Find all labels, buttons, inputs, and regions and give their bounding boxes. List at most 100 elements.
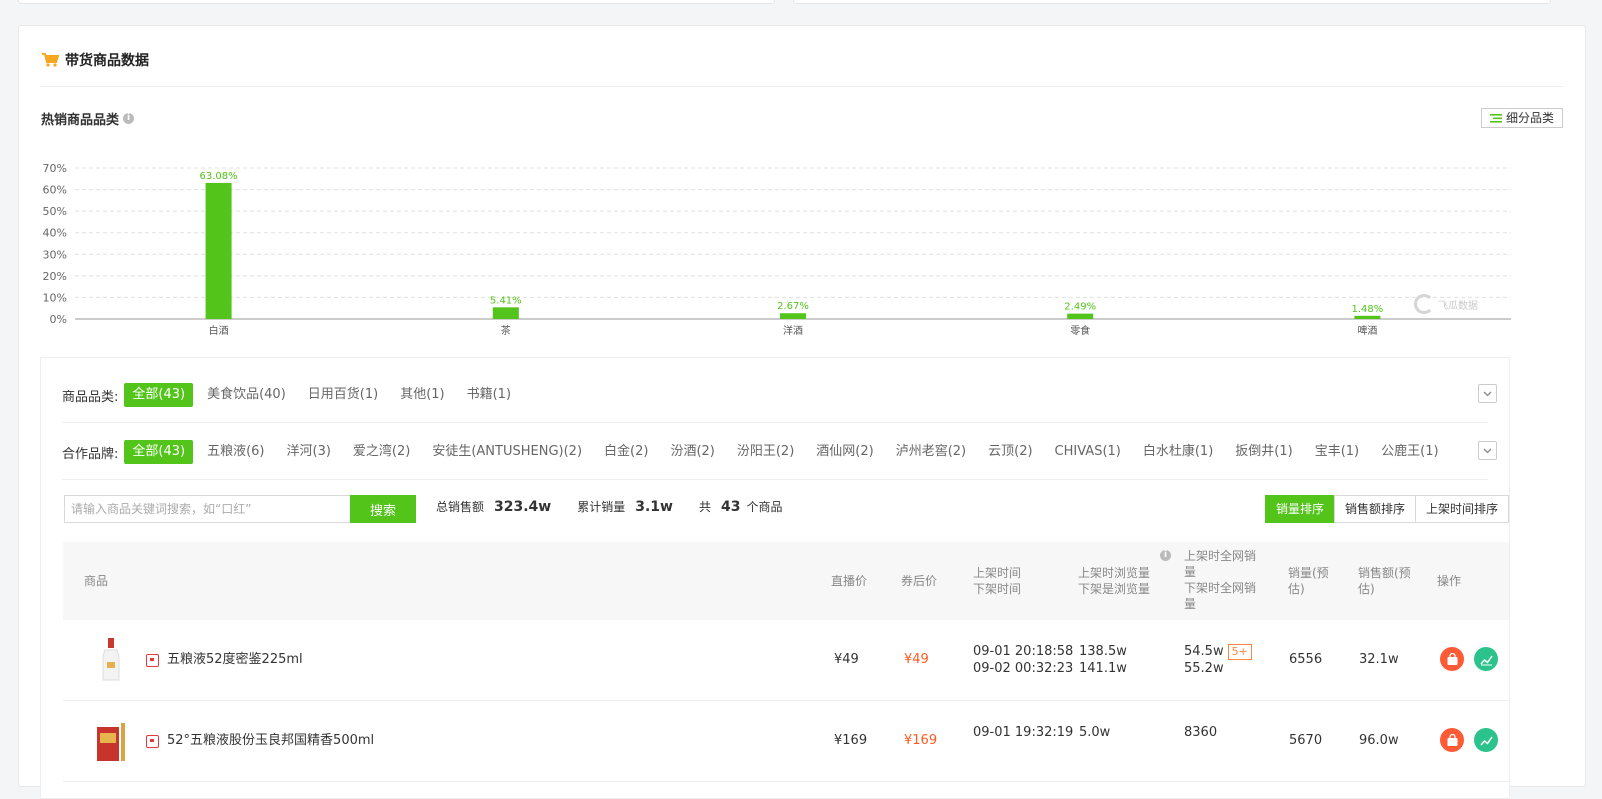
brand-filter-chip[interactable]: CHIVAS(1) bbox=[1047, 440, 1129, 464]
data-label: 63.08% bbox=[200, 171, 238, 182]
revenue-est: 96.0w bbox=[1359, 733, 1399, 748]
header-sales-est-2: 估) bbox=[1288, 582, 1305, 596]
product-thumbnail bbox=[102, 638, 120, 681]
brand-filter-chip[interactable]: 公鹿王(1) bbox=[1373, 440, 1446, 464]
category-filter-chip[interactable]: 日用百货(1) bbox=[300, 383, 386, 407]
brand-filter-row: 合作品牌: 全部(43) 五粮液(6) 洋河(3) 爱之湾(2) 安徒生(ANTUSHE… bbox=[62, 440, 1453, 464]
category-expand-button[interactable] bbox=[1478, 384, 1497, 403]
header-net-sales-off-1: 下架时全网销 bbox=[1184, 581, 1257, 595]
trend-chart-icon bbox=[1479, 736, 1493, 745]
product-name[interactable]: 52°五粮液股份玉良邦国精香500ml bbox=[167, 732, 374, 749]
data-label: 2.67% bbox=[777, 301, 809, 312]
category-bar-chart: 0% 10% 20% 30% 40% 50% 60% 70% 63.08% 白酒 5.41% 茶 2.6… bbox=[43, 162, 1511, 337]
brand-filter-chip[interactable]: 扳倒井(1) bbox=[1227, 440, 1300, 464]
category-filter-chip[interactable]: 其他(1) bbox=[392, 383, 452, 407]
brand-filter-chip[interactable]: 云顶(2) bbox=[980, 440, 1040, 464]
product-search-input[interactable] bbox=[64, 495, 363, 523]
header-net-sales-off-2: 量 bbox=[1184, 597, 1197, 611]
shop-icon bbox=[146, 735, 159, 748]
info-icon[interactable]: i bbox=[123, 113, 135, 124]
x-tick-label: 洋酒 bbox=[783, 324, 803, 337]
brand-filter-chip[interactable]: 爱之湾(2) bbox=[345, 440, 418, 464]
brand-filter-chip[interactable]: 五粮液(6) bbox=[199, 440, 272, 464]
trend-chart-icon bbox=[1479, 655, 1493, 665]
brand-filter-chip[interactable]: 宝丰(1) bbox=[1307, 440, 1367, 464]
brand-filter-chip[interactable]: 全部(43) bbox=[124, 440, 194, 464]
y-tick-label: 30% bbox=[43, 248, 67, 261]
category-filter-chip[interactable]: 美食饮品(40) bbox=[199, 383, 294, 407]
sort-button[interactable]: 销量排序 bbox=[1264, 495, 1335, 523]
brand-filter-chip[interactable]: 汾酒(2) bbox=[662, 440, 722, 464]
brand-filter-chip[interactable]: 白金(2) bbox=[596, 440, 656, 464]
net-sales-on: 8360 bbox=[1184, 725, 1218, 740]
info-icon[interactable]: i bbox=[1160, 550, 1171, 561]
header-sales-est-1: 销量(预 bbox=[1288, 566, 1329, 580]
brand-expand-button[interactable] bbox=[1478, 441, 1497, 460]
bar bbox=[780, 313, 806, 319]
search-button[interactable]: 搜索 bbox=[350, 495, 416, 523]
sort-button[interactable]: 销售额排序 bbox=[1333, 495, 1416, 523]
product-data-card: 带货商品数据 热销商品品类 i 细分品类 0% 10% 20% 30% 40% 50% 60… bbox=[18, 25, 1586, 799]
top-card-left bbox=[18, 0, 775, 4]
sort-button[interactable]: 上架时间排序 bbox=[1414, 495, 1509, 523]
category-filter-chip[interactable]: 书籍(1) bbox=[459, 383, 519, 407]
times: 09-01 20:18:58 09-02 00:32:23 bbox=[973, 643, 1073, 677]
data-label: 1.48% bbox=[1352, 304, 1384, 315]
breakdown-category-button[interactable]: 细分品类 bbox=[1480, 108, 1563, 128]
time-on: 09-01 20:18:58 bbox=[973, 644, 1074, 659]
divider bbox=[62, 422, 1488, 423]
table-row[interactable]: 五粮液52度密鉴225ml ¥49 ¥49 09-01 20:18:58 09-… bbox=[63, 620, 1509, 701]
section-header: 带货商品数据 bbox=[41, 50, 149, 70]
header-sales-est: 销量(预 估) bbox=[1288, 565, 1329, 597]
brand-filter-label: 合作品牌: bbox=[62, 446, 119, 462]
time-off: 09-02 00:32:23 bbox=[973, 661, 1074, 676]
data-label: 2.49% bbox=[1064, 302, 1096, 313]
count-suffix: 个商品 bbox=[746, 500, 783, 514]
shop-bag-button[interactable] bbox=[1440, 647, 1464, 671]
header-net-sales-on-2: 量 bbox=[1184, 565, 1197, 579]
product-name[interactable]: 五粮液52度密鉴225ml bbox=[167, 651, 303, 668]
category-filter-chip[interactable]: 全部(43) bbox=[124, 383, 194, 407]
brand-filter-chip[interactable]: 泸州老窖(2) bbox=[888, 440, 974, 464]
chevron-down-icon bbox=[1483, 391, 1492, 396]
brand-filter-chip[interactable]: 安徒生(ANTUSHENG)(2) bbox=[424, 440, 590, 464]
brand-filter-chip[interactable]: 酒仙网(2) bbox=[808, 440, 881, 464]
net-sales-on: 54.5w bbox=[1184, 644, 1224, 659]
trend-analysis-button[interactable] bbox=[1474, 647, 1498, 671]
category-chip-list: 全部(43) 美食饮品(40) 日用百货(1) 其他(1) 书籍(1) bbox=[124, 383, 525, 407]
header-revenue-est-2: 估) bbox=[1358, 582, 1375, 596]
table-row[interactable]: 52°五粮液股份玉良邦国精香500ml ¥169 ¥169 09-01 19:3… bbox=[63, 701, 1509, 782]
shop-bag-button[interactable] bbox=[1440, 728, 1464, 752]
cumulative-sales-value: 3.1w bbox=[635, 499, 673, 515]
views-off: 141.1w bbox=[1079, 661, 1127, 676]
y-tick-label: 40% bbox=[43, 227, 67, 240]
header-time: 上架时间 下架时间 bbox=[973, 565, 1021, 597]
brand-chip-list: 全部(43) 五粮液(6) 洋河(3) 爱之湾(2) 安徒生(ANTUSHENG)(2)… bbox=[124, 440, 1452, 464]
views-on: 5.0w bbox=[1079, 725, 1111, 740]
header-views-off: 下架是浏览量 bbox=[1078, 582, 1151, 596]
category-filter-label: 商品品类: bbox=[62, 389, 119, 405]
bar bbox=[1354, 315, 1381, 319]
header-revenue-est-1: 销售额(预 bbox=[1358, 566, 1411, 580]
brand-filter-chip[interactable]: 洋河(3) bbox=[279, 440, 339, 464]
trend-analysis-button[interactable] bbox=[1474, 728, 1498, 752]
top-card-right bbox=[793, 0, 1551, 4]
header-ops: 操作 bbox=[1437, 574, 1462, 588]
bar bbox=[1067, 313, 1094, 319]
y-tick-label: 60% bbox=[43, 184, 67, 197]
net-sales: 54.5w 5+ 55.2w bbox=[1184, 643, 1252, 677]
section-title: 带货商品数据 bbox=[65, 53, 149, 69]
coupon-price: ¥49 bbox=[904, 652, 929, 667]
table-header: 商品 直播价 券后价 上架时间 下架时间 上架时浏览量 下架是浏览量 i 上架时… bbox=[63, 542, 1509, 620]
y-tick-label: 20% bbox=[43, 270, 67, 283]
bar bbox=[492, 307, 519, 319]
header-net-sales: 上架时全网销 量 下架时全网销 量 bbox=[1184, 548, 1256, 612]
y-tick-label: 10% bbox=[43, 291, 67, 304]
views-on: 138.5w bbox=[1079, 644, 1127, 659]
header-live-price: 直播价 bbox=[831, 574, 868, 588]
brand-filter-chip[interactable]: 白水杜康(1) bbox=[1135, 440, 1221, 464]
sales-est: 5670 bbox=[1289, 733, 1323, 748]
brand-filter-chip[interactable]: 汾阳王(2) bbox=[729, 440, 802, 464]
views: 138.5w 141.1w bbox=[1079, 643, 1127, 677]
total-sales-label: 总销售额 bbox=[436, 500, 485, 514]
